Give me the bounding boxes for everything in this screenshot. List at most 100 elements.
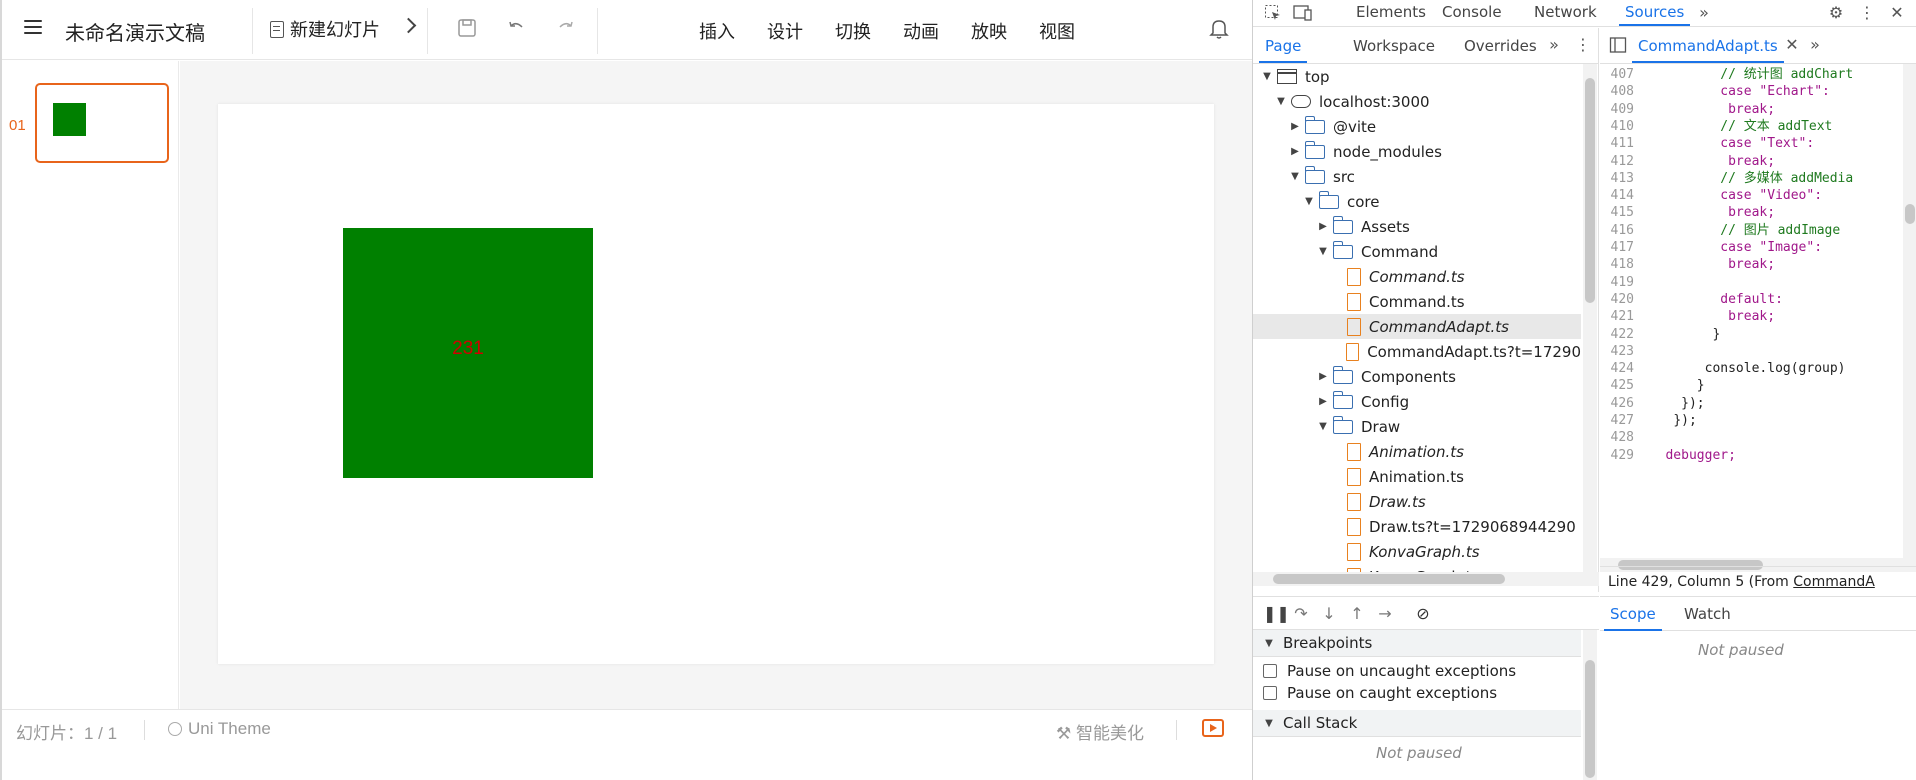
tab-console[interactable]: Console [1442,3,1502,21]
smart-beautify-button[interactable]: ⚒ 智能美化 [1056,719,1144,744]
file-tree-folder[interactable]: ▼ localhost:3000 [1253,89,1581,114]
file-tree-file[interactable]: Draw.ts?t=1729068944290 [1253,514,1581,539]
menu-animation[interactable]: 动画 [903,18,939,44]
file-tree-file[interactable]: Animation.ts [1253,439,1581,464]
expand-triangle-icon[interactable]: ▶ [1317,396,1329,407]
file-tree-folder[interactable]: ▼ src [1253,164,1581,189]
collapse-triangle-icon[interactable]: ▼ [1303,196,1315,207]
file-tree-file[interactable]: KonvaGraph.ts [1253,564,1581,572]
menu-icon[interactable] [24,20,42,36]
menu-design[interactable]: 设计 [767,18,803,44]
expand-triangle-icon[interactable]: ▶ [1317,221,1329,232]
device-toolbar-icon[interactable] [1293,4,1313,22]
scrollbar-thumb[interactable] [1905,204,1915,224]
slide-canvas[interactable]: 231 [218,104,1214,664]
more-options-icon[interactable]: ⋮ [1857,4,1877,22]
tab-overrides[interactable]: Overrides [1464,37,1537,55]
collapse-triangle-icon[interactable]: ▼ [1317,421,1329,432]
file-tree-file[interactable]: CommandAdapt.ts [1253,314,1581,339]
navigator-menu-icon[interactable]: ⋮ [1573,36,1593,54]
shape-text[interactable]: 231 [343,338,593,360]
expand-triangle-icon[interactable]: ▶ [1289,121,1301,132]
expand-triangle-icon[interactable]: ▶ [1317,371,1329,382]
file-tree-file[interactable]: Animation.ts [1253,464,1581,489]
collapse-triangle-icon[interactable]: ▼ [1289,171,1301,182]
more-nav-tabs-icon[interactable]: » [1544,36,1564,54]
tab-sources[interactable]: Sources [1618,3,1691,26]
checkbox[interactable] [1263,686,1277,700]
theme-selector[interactable]: Uni Theme [168,719,271,739]
collapse-triangle-icon[interactable]: ▼ [1317,246,1329,257]
checkbox[interactable] [1263,664,1277,678]
file-tree-folder[interactable]: ▼ core [1253,189,1581,214]
file-tree-file[interactable]: Command.ts [1253,289,1581,314]
line-number[interactable]: 429 [1600,445,1634,466]
slide-thumbnail[interactable] [35,83,169,163]
file-tree-folder[interactable]: ▶ Components [1253,364,1581,389]
scrollbar-thumb[interactable] [1585,78,1595,303]
redo-icon[interactable] [555,18,577,40]
tree-horizontal-scrollbar[interactable] [1253,572,1599,586]
pause-uncaught-checkbox[interactable]: Pause on uncaught exceptions [1263,660,1516,682]
file-tree-file[interactable]: CommandAdapt.ts?t=17290 [1253,339,1581,364]
toggle-navigator-icon[interactable] [1608,36,1628,54]
collapse-triangle-icon[interactable]: ▼ [1261,71,1273,82]
file-tree-folder[interactable]: ▼ Command [1253,239,1581,264]
call-stack-header[interactable]: ▼ Call Stack [1253,710,1581,737]
file-tree-folder[interactable]: ▼ top [1253,64,1581,89]
collapse-triangle-icon[interactable]: ▼ [1275,96,1287,107]
file-tree-folder[interactable]: ▶ node_modules [1253,139,1581,164]
code-vertical-scrollbar[interactable] [1903,64,1916,572]
sidebar-vertical-scrollbar[interactable] [1583,630,1597,780]
file-icon [1347,442,1361,461]
close-devtools-icon[interactable]: ✕ [1887,4,1907,22]
breakpoints-header[interactable]: ▼ Breakpoints [1253,630,1581,657]
code-line[interactable]: 429 debugger; [1600,445,1916,466]
source-map-link[interactable]: CommandA [1793,574,1875,590]
step-over-icon[interactable]: ↷ [1291,605,1311,623]
more-editor-tabs-icon[interactable]: » [1805,36,1825,54]
tab-elements[interactable]: Elements [1356,3,1426,21]
tab-workspace[interactable]: Workspace [1353,37,1435,55]
green-rectangle-shape[interactable]: 231 [343,228,593,478]
menu-view[interactable]: 视图 [1039,18,1075,44]
code-view[interactable]: 407 // 统计图 addChart 408 case "Echart": 409… [1600,64,1916,572]
deactivate-breakpoints-icon[interactable]: ⊘ [1413,605,1433,623]
pause-icon[interactable]: ❚❚ [1263,605,1290,623]
save-icon[interactable] [456,18,478,40]
file-tree-folder[interactable]: ▶ @vite [1253,114,1581,139]
tab-page[interactable]: Page [1258,37,1308,63]
expand-triangle-icon[interactable]: ▶ [1289,146,1301,157]
menu-insert[interactable]: 插入 [699,18,735,44]
scope-tabs: Scope Watch [1600,597,1916,631]
play-slideshow-icon[interactable] [1202,719,1224,737]
file-tree-file[interactable]: Command.ts [1253,264,1581,289]
file-tree-file[interactable]: KonvaGraph.ts [1253,539,1581,564]
file-tree-folder[interactable]: ▶ Config [1253,389,1581,414]
more-tabs-icon[interactable]: » [1694,4,1714,22]
menu-transition[interactable]: 切换 [835,18,871,44]
new-slide-button[interactable]: 新建幻灯片 [270,16,380,42]
scrollbar-thumb[interactable] [1273,574,1505,584]
tab-network[interactable]: Network [1534,3,1597,21]
inspect-element-icon[interactable] [1263,4,1283,22]
step-into-icon[interactable]: ↓ [1319,605,1339,623]
tab-scope[interactable]: Scope [1604,605,1662,631]
settings-gear-icon[interactable]: ⚙ [1826,4,1846,22]
file-tree-file[interactable]: Draw.ts [1253,489,1581,514]
document-title[interactable]: 未命名演示文稿 [65,17,205,46]
undo-icon[interactable] [505,18,527,40]
close-tab-icon[interactable]: ✕ [1782,36,1802,54]
file-tree-folder[interactable]: ▶ Assets [1253,214,1581,239]
pause-caught-checkbox[interactable]: Pause on caught exceptions [1263,682,1497,704]
chevron-right-icon[interactable] [400,17,417,34]
file-tree-folder[interactable]: ▼ Draw [1253,414,1581,439]
scrollbar-thumb[interactable] [1585,660,1595,778]
tree-vertical-scrollbar[interactable] [1583,64,1597,572]
step-out-icon[interactable]: ↑ [1347,605,1367,623]
menu-slideshow[interactable]: 放映 [971,18,1007,44]
tab-watch[interactable]: Watch [1684,605,1731,623]
step-icon[interactable]: → [1375,605,1395,623]
bell-icon[interactable] [1209,18,1229,40]
open-file-tab[interactable]: CommandAdapt.ts [1632,37,1784,63]
